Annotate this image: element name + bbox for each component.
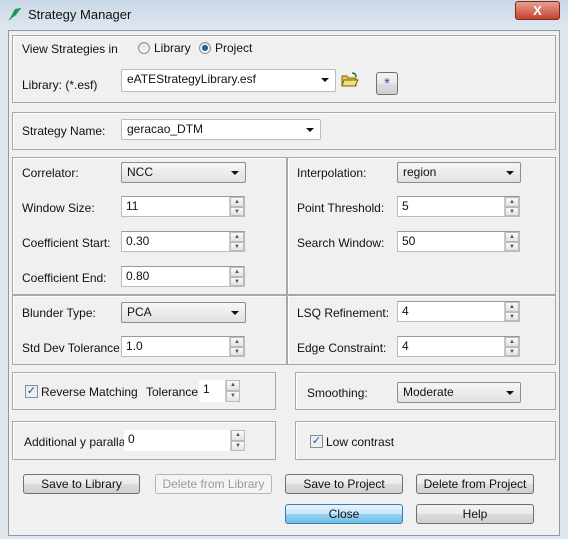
- correlator-value: NCC: [127, 165, 153, 179]
- blunder-type-value: PCA: [127, 305, 152, 319]
- search-window-label: Search Window:: [297, 236, 385, 250]
- edge-label: Edge Constraint:: [297, 341, 387, 355]
- correlator-label: Correlator:: [22, 166, 79, 180]
- blunder-type-dropdown[interactable]: PCA: [121, 302, 246, 323]
- coef-end-value: 0.80: [126, 269, 150, 283]
- spinner-arrows[interactable]: ▲ ▼: [225, 380, 240, 402]
- radio-library[interactable]: [138, 42, 150, 54]
- coef-start-label: Coefficient Start:: [22, 236, 111, 250]
- interpolation-value: region: [403, 165, 437, 179]
- reverse-matching-label: Reverse Matching: [41, 385, 138, 399]
- save-to-library-button[interactable]: Save to Library: [23, 474, 140, 494]
- point-threshold-value: 5: [402, 199, 409, 213]
- radio-library-label: Library: [154, 41, 191, 55]
- library-label: Library: (*.esf): [22, 78, 98, 92]
- smoothing-value: Moderate: [403, 385, 454, 399]
- window-size-value: 11: [126, 199, 139, 213]
- coef-start-value: 0.30: [126, 234, 150, 248]
- lsq-spinner[interactable]: 4 ▲ ▼: [397, 301, 520, 322]
- delete-from-project-button[interactable]: Delete from Project: [416, 474, 534, 494]
- view-strategies-label: View Strategies in: [22, 42, 118, 56]
- lsq-label: LSQ Refinement:: [297, 306, 390, 320]
- chevron-down-icon: [506, 171, 514, 175]
- std-dev-spinner[interactable]: 1.0 ▲ ▼: [121, 336, 245, 357]
- coef-start-spinner[interactable]: 0.30 ▲ ▼: [121, 231, 245, 252]
- chevron-down-icon: [321, 78, 329, 82]
- library-dropdown[interactable]: eATEStrategyLibrary.esf: [121, 69, 336, 92]
- radio-project[interactable]: [199, 42, 211, 54]
- interpolation-dropdown[interactable]: region: [397, 162, 521, 183]
- strategy-name-value: geracao_DTM: [127, 122, 204, 136]
- tolerance-value: 1: [203, 382, 210, 396]
- point-threshold-label: Point Threshold:: [297, 201, 385, 215]
- delete-from-library-button[interactable]: Delete from Library: [155, 474, 272, 494]
- parallax-label: Additional y parallax:: [24, 435, 135, 449]
- smoothing-dropdown[interactable]: Moderate: [397, 382, 521, 403]
- window-title: Strategy Manager: [28, 7, 132, 22]
- spinner-arrows[interactable]: ▲ ▼: [229, 267, 244, 286]
- tolerance-label: Tolerance:: [146, 385, 202, 399]
- chevron-down-icon: [506, 391, 514, 395]
- spinner-arrows[interactable]: ▲ ▼: [229, 337, 244, 356]
- edge-value: 4: [402, 339, 409, 353]
- radio-project-label: Project: [215, 41, 253, 55]
- coef-end-label: Coefficient End:: [22, 271, 107, 285]
- library-value: eATEStrategyLibrary.esf: [127, 72, 256, 86]
- help-button[interactable]: Help: [416, 504, 534, 524]
- correlator-dropdown[interactable]: NCC: [121, 162, 246, 183]
- window-size-spinner[interactable]: 11 ▲ ▼: [121, 196, 245, 217]
- low-contrast-label: Low contrast: [326, 435, 395, 449]
- chevron-down-icon: [231, 311, 239, 315]
- new-library-button[interactable]: *: [376, 72, 398, 95]
- parallax-spinner[interactable]: 0 ▲ ▼: [124, 430, 245, 451]
- smoothing-label: Smoothing:: [307, 386, 368, 400]
- save-to-project-button[interactable]: Save to Project: [285, 474, 403, 494]
- lsq-value: 4: [402, 304, 409, 318]
- std-dev-value: 1.0: [126, 339, 143, 353]
- spinner-arrows[interactable]: ▲ ▼: [504, 197, 519, 216]
- parallax-value: 0: [128, 432, 135, 446]
- coef-end-spinner[interactable]: 0.80 ▲ ▼: [121, 266, 245, 287]
- chevron-down-icon: [306, 128, 314, 132]
- spinner-arrows[interactable]: ▲ ▼: [229, 232, 244, 251]
- spinner-arrows[interactable]: ▲ ▼: [229, 197, 244, 216]
- edge-spinner[interactable]: 4 ▲ ▼: [397, 336, 520, 357]
- tolerance-spinner[interactable]: 1 ▲ ▼: [199, 380, 240, 402]
- open-folder-icon[interactable]: [341, 72, 359, 88]
- window-size-label: Window Size:: [22, 201, 95, 215]
- spinner-arrows[interactable]: ▲ ▼: [504, 337, 519, 356]
- close-button[interactable]: Close: [285, 504, 403, 524]
- search-window-spinner[interactable]: 50 ▲ ▼: [397, 231, 520, 252]
- title-bar: Strategy Manager X: [0, 0, 568, 30]
- low-contrast-checkbox[interactable]: ✓: [310, 435, 323, 448]
- spinner-arrows[interactable]: ▲ ▼: [504, 302, 519, 321]
- reverse-matching-checkbox[interactable]: ✓: [25, 385, 38, 398]
- spinner-arrows[interactable]: ▲ ▼: [230, 430, 245, 451]
- std-dev-label: Std Dev Tolerance:: [22, 341, 124, 355]
- point-threshold-spinner[interactable]: 5 ▲ ▼: [397, 196, 520, 217]
- strategy-name-dropdown[interactable]: geracao_DTM: [121, 119, 321, 140]
- interpolation-label: Interpolation:: [297, 166, 367, 180]
- chevron-down-icon: [231, 171, 239, 175]
- window-close-button[interactable]: X: [515, 1, 560, 20]
- blunder-type-label: Blunder Type:: [22, 306, 96, 320]
- app-icon: [8, 7, 22, 21]
- spinner-arrows[interactable]: ▲ ▼: [504, 232, 519, 251]
- strategy-name-label: Strategy Name:: [22, 124, 106, 138]
- search-window-value: 50: [402, 234, 416, 248]
